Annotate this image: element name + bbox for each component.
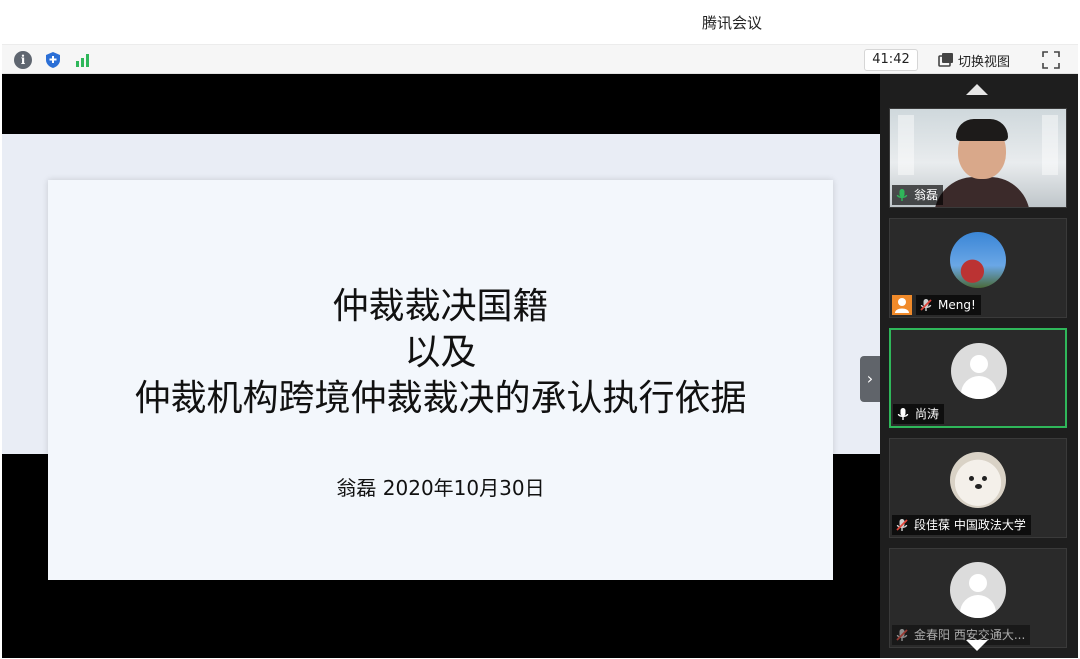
participant-panel: 翁磊 Meng! 尚涛 段佳葆 中国政法大学 金春阳 西安交通大...	[880, 74, 1078, 658]
participant-name-tag: Meng!	[916, 295, 981, 315]
participant-tile[interactable]: 金春阳 西安交通大...	[889, 548, 1067, 648]
participant-name: 翁磊	[914, 188, 939, 202]
switch-view-icon	[938, 53, 953, 67]
shared-screen: 仲裁裁决国籍 以及 仲裁机构跨境仲裁裁决的承认执行依据 翁磊 2020年10月3…	[2, 74, 880, 658]
participant-tile-active-speaker[interactable]: 尚涛	[889, 328, 1067, 428]
avatar	[950, 452, 1006, 508]
slide-subtitle: 翁磊 2020年10月30日	[336, 476, 545, 500]
video-background	[898, 115, 914, 175]
info-icon[interactable]: i	[14, 51, 32, 69]
title-bar: 腾讯会议	[0, 0, 1080, 44]
slide-title-line-3: 仲裁机构跨境仲裁裁决的承认执行依据	[134, 378, 747, 419]
mic-on-icon	[896, 189, 908, 201]
meeting-window: 腾讯会议 i 41:42 切换视图 仲裁裁决国籍 以及 仲裁机构跨境仲裁裁决的承…	[0, 0, 1080, 659]
video-feed-hair	[956, 119, 1008, 141]
participant-name: 尚涛	[915, 407, 940, 421]
switch-view-button[interactable]: 切换视图	[938, 49, 1022, 71]
video-feed-body	[934, 177, 1030, 207]
slide-title: 仲裁裁决国籍 以及 仲裁机构跨境仲裁裁决的承认执行依据	[48, 284, 833, 422]
avatar	[951, 343, 1007, 399]
host-badge-icon	[892, 295, 912, 315]
switch-view-label: 切换视图	[958, 54, 1011, 70]
participant-name-tag: 翁磊	[892, 185, 944, 205]
shield-icon[interactable]	[44, 51, 62, 69]
participant-name-tag: 段佳葆 中国政法大学	[892, 515, 1031, 535]
mic-muted-icon	[896, 629, 908, 641]
top-toolbar: i 41:42 切换视图	[2, 44, 1078, 74]
participant-name-tag: 尚涛	[893, 404, 945, 424]
slide-title-line-1: 仲裁裁决国籍	[332, 286, 549, 327]
mic-muted-icon	[896, 519, 908, 531]
avatar	[950, 562, 1006, 618]
slide-title-line-2: 以及	[404, 332, 477, 373]
window-title: 腾讯会议	[701, 14, 762, 32]
collapse-panel-button[interactable]: ›	[860, 356, 880, 402]
participant-tile[interactable]: 翁磊	[889, 108, 1067, 208]
participant-name: Meng!	[938, 298, 976, 312]
participant-name: 段佳葆 中国政法大学	[914, 518, 1026, 532]
signal-icon[interactable]	[74, 51, 92, 69]
presentation-slide: 仲裁裁决国籍 以及 仲裁机构跨境仲裁裁决的承认执行依据 翁磊 2020年10月3…	[48, 180, 833, 580]
scroll-up-arrow-icon[interactable]	[966, 84, 988, 95]
mic-muted-icon	[920, 299, 932, 311]
video-background	[1042, 115, 1058, 175]
participant-name-tag: 金春阳 西安交通大...	[892, 625, 1031, 645]
participant-tile[interactable]: 段佳葆 中国政法大学	[889, 438, 1067, 538]
participant-tile[interactable]: Meng!	[889, 218, 1067, 318]
meeting-timer: 41:42	[864, 49, 918, 71]
fullscreen-icon[interactable]	[1042, 51, 1060, 69]
scroll-down-arrow-icon[interactable]	[966, 640, 988, 651]
mic-on-icon	[897, 408, 909, 420]
avatar	[950, 232, 1006, 288]
